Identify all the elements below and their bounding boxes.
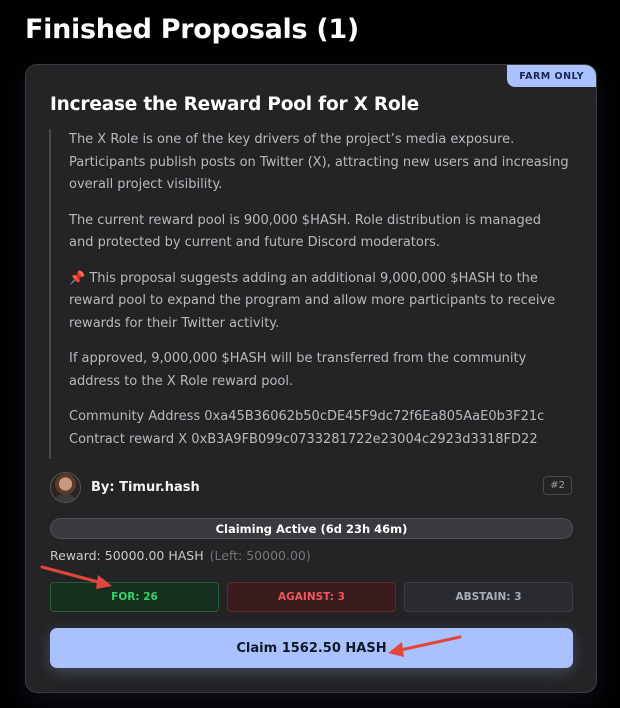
proposal-description: The X Role is one of the key drivers of … [49,129,569,459]
vote-abstain-button[interactable]: ABSTAIN: 3 [404,582,573,612]
author: By: Timur.hash [50,471,200,503]
avatar [50,471,81,503]
description-paragraph-1: The X Role is one of the key drivers of … [69,132,569,192]
proposal-title: Increase the Reward Pool for X Role [50,94,419,115]
reward-left: (Left: 50000.00) [209,548,311,563]
description-paragraph-2: The current reward pool is 900,000 $HASH… [69,212,542,251]
red-arrow-icon [388,635,462,657]
contract-reward-address: Contract reward X 0xB3A9FB099c0733281722… [69,431,538,447]
vote-results: FOR: 26 AGAINST: 3 ABSTAIN: 3 [50,582,573,612]
pushpin-icon: 📌 [69,270,86,286]
author-name: By: Timur.hash [91,479,200,495]
page-title: Finished Proposals (1) [25,14,359,45]
description-paragraph-4: If approved, 9,000,000 $HASH will be tra… [69,351,527,389]
reward-info: Reward: 50000.00 HASH (Left: 50000.00) [50,548,311,563]
proposal-card: FARM ONLY Increase the Reward Pool for X… [25,64,597,693]
community-address: Community Address 0xa45B36062b50cDE45F9d… [69,409,545,424]
reward-amount: Reward: 50000.00 HASH [50,548,204,563]
farm-only-badge: FARM ONLY [507,65,596,87]
vote-against-button[interactable]: AGAINST: 3 [227,582,396,612]
claim-button[interactable]: Claim 1562.50 HASH [50,628,573,668]
claiming-status-bar: Claiming Active (6d 23h 46m) [50,518,573,539]
description-paragraph-3-text: This proposal suggests adding an additio… [69,270,556,331]
red-arrow-icon [40,565,112,589]
description-paragraph-3: 📌 This proposal suggests adding an addit… [69,268,569,336]
proposal-id-badge: #2 [543,476,572,495]
